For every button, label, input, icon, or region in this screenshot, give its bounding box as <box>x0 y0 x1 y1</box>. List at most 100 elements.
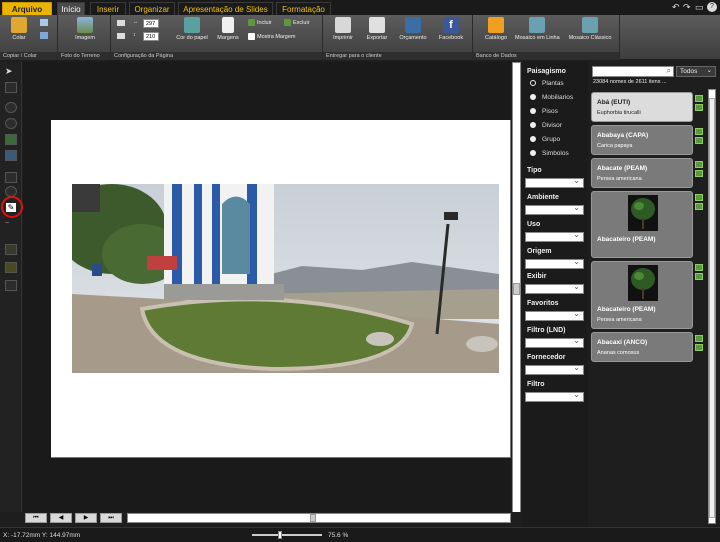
add-icon[interactable] <box>695 137 703 144</box>
scroll-thumb[interactable] <box>709 98 715 518</box>
filter-dropdown-lnd[interactable] <box>525 336 584 348</box>
filter-dropdown-exibir[interactable] <box>525 282 584 294</box>
scroll-thumb[interactable] <box>310 514 316 522</box>
page-portrait-icon[interactable] <box>117 33 125 39</box>
classic-mosaic-button[interactable]: Mosaico Clássico <box>567 17 613 41</box>
canvas-vertical-scrollbar[interactable] <box>512 62 521 524</box>
radio-mobiliarios[interactable]: Mobiliarios <box>530 94 573 101</box>
catalog-card[interactable]: Abá (EUTI) Euphorbia tirucalli <box>591 92 693 122</box>
budget-button[interactable]: Orçamento <box>397 17 429 41</box>
tab-formatacao[interactable]: Formatação <box>276 2 331 15</box>
tab-organizar[interactable]: Organizar <box>129 2 175 15</box>
zoom-in-icon[interactable] <box>695 161 703 168</box>
add-icon[interactable] <box>695 273 703 280</box>
radio-grupo[interactable]: Grupo <box>530 136 560 143</box>
filter-dropdown-filtro[interactable] <box>525 390 584 402</box>
cut-icon[interactable] <box>40 19 48 26</box>
first-slide-button[interactable]: ⏮ <box>25 513 47 523</box>
terrain-photo[interactable] <box>72 184 499 373</box>
next-slide-button[interactable]: ▶ <box>75 513 97 523</box>
catalog-scrollbar[interactable] <box>708 89 716 524</box>
radio-plantas[interactable]: Plantas <box>530 80 564 87</box>
image-button[interactable]: Imagem <box>70 17 100 41</box>
blank-tool-icon[interactable] <box>5 280 17 291</box>
zoom-in-icon[interactable] <box>695 335 703 342</box>
slide-navigation-bar: ⏮ ◀ ▶ ⏭ <box>23 512 521 526</box>
facebook-button[interactable]: f Facebook <box>435 17 467 41</box>
copy-icon[interactable] <box>40 32 48 39</box>
catalog-button[interactable]: Catálogo <box>481 17 511 41</box>
canvas-horizontal-scrollbar[interactable] <box>127 513 511 523</box>
zoom-slider-thumb[interactable] <box>278 531 283 539</box>
help-icon[interactable]: ? <box>707 2 717 12</box>
catalog-scope-select[interactable]: Todos ⌄ <box>676 66 716 77</box>
last-slide-button[interactable]: ⏭ <box>100 513 122 523</box>
tab-apresentacao-slides[interactable]: Apresentação de Slides <box>178 2 273 15</box>
paper-color-button[interactable]: Cor do papel <box>174 17 210 41</box>
catalog-card[interactable]: Abacateiro (PEAM) <box>591 191 693 258</box>
undo-icon[interactable]: ↶ <box>672 2 680 13</box>
previous-slide-button[interactable]: ◀ <box>50 513 72 523</box>
zoom-in-icon[interactable] <box>695 128 703 135</box>
scroll-thumb[interactable] <box>513 283 520 295</box>
add-icon[interactable] <box>695 104 703 111</box>
tab-inicio[interactable]: Início <box>57 2 85 15</box>
clipboard-group: Colar Copiar / Colar <box>0 15 58 60</box>
zoom-in-icon[interactable] <box>695 264 703 271</box>
add-icon[interactable] <box>695 170 703 177</box>
catalog-card[interactable]: Abacaxi (ANCO) Ananas comosus <box>591 332 693 362</box>
show-margin-checkbox[interactable]: Mostra Margem <box>248 33 296 40</box>
redo-icon[interactable]: ↷ <box>683 2 691 13</box>
filter-dropdown-tipo[interactable] <box>525 176 584 188</box>
area-tool-icon[interactable] <box>5 150 17 161</box>
filter-dropdown-uso[interactable] <box>525 230 584 242</box>
add-icon[interactable] <box>695 344 703 351</box>
filter-label-tipo: Tipo <box>527 167 542 174</box>
pointer-icon[interactable]: ➤ <box>5 66 17 77</box>
radio-simbolos[interactable]: Simbolos <box>530 150 569 157</box>
online-mosaic-button[interactable]: Mosaico em Linha <box>515 17 560 41</box>
page-landscape-icon[interactable] <box>117 20 125 26</box>
radio-pisos[interactable]: Pisos <box>530 108 558 115</box>
filter-dropdown-fornecedor[interactable] <box>525 363 584 375</box>
zoom-in-icon[interactable] <box>695 194 703 201</box>
filter-dropdown-ambiente[interactable] <box>525 203 584 215</box>
zoom-slider[interactable] <box>252 531 322 539</box>
tab-arquivo[interactable]: Arquivo <box>2 2 52 15</box>
catalog-search-input[interactable]: ⌕ <box>592 66 674 77</box>
measure-tool-icon[interactable] <box>5 262 17 273</box>
add-icon[interactable] <box>695 203 703 210</box>
database-group: Catálogo Mosaico em Linha Mosaico Clássi… <box>473 15 620 60</box>
export-button[interactable]: Exportar <box>363 17 391 41</box>
radio-icon <box>530 150 536 157</box>
slide-canvas[interactable] <box>23 62 511 512</box>
search-icon[interactable]: ⌕ <box>667 66 671 76</box>
slide-page[interactable] <box>51 120 511 458</box>
line-tool-icon[interactable] <box>5 244 17 255</box>
tab-inserir[interactable]: Inserir <box>90 2 126 15</box>
catalog-card[interactable]: Ababaya (CAPA) Carica papaya <box>591 125 693 155</box>
page-height-input[interactable]: 210 <box>143 32 159 41</box>
move-down-icon[interactable] <box>5 82 17 93</box>
minimize-icon[interactable]: ▭ <box>695 2 704 13</box>
left-toolbar: ➤ ✎ ~ <box>0 62 23 512</box>
circle-tool-icon[interactable] <box>5 102 17 113</box>
zoom-in-icon[interactable] <box>695 95 703 102</box>
circle-fill-icon[interactable] <box>5 118 17 129</box>
rectangle-tool-icon[interactable] <box>5 172 17 183</box>
plant-tool-icon[interactable] <box>5 134 17 145</box>
margins-button[interactable]: Margens <box>214 17 242 41</box>
freehand-tool-icon[interactable]: ~ <box>5 220 17 231</box>
catalog-card[interactable]: Abacateiro (PEAM) Persea americana <box>591 261 693 329</box>
radio-divisor[interactable]: Divisor <box>530 122 562 129</box>
catalog-card[interactable]: Abacate (PEAM) Persea americana <box>591 158 693 188</box>
printer-icon <box>335 17 351 33</box>
filter-dropdown-origem[interactable] <box>525 257 584 269</box>
page-width-input[interactable]: 297 <box>143 19 159 28</box>
radio-selected-icon <box>530 80 536 87</box>
exclude-button[interactable]: Excluir <box>284 19 310 26</box>
include-button[interactable]: Incluir <box>248 19 272 26</box>
paste-button[interactable]: Colar <box>4 17 34 41</box>
print-button[interactable]: Imprimir <box>329 17 357 41</box>
filter-dropdown-favoritos[interactable] <box>525 309 584 321</box>
